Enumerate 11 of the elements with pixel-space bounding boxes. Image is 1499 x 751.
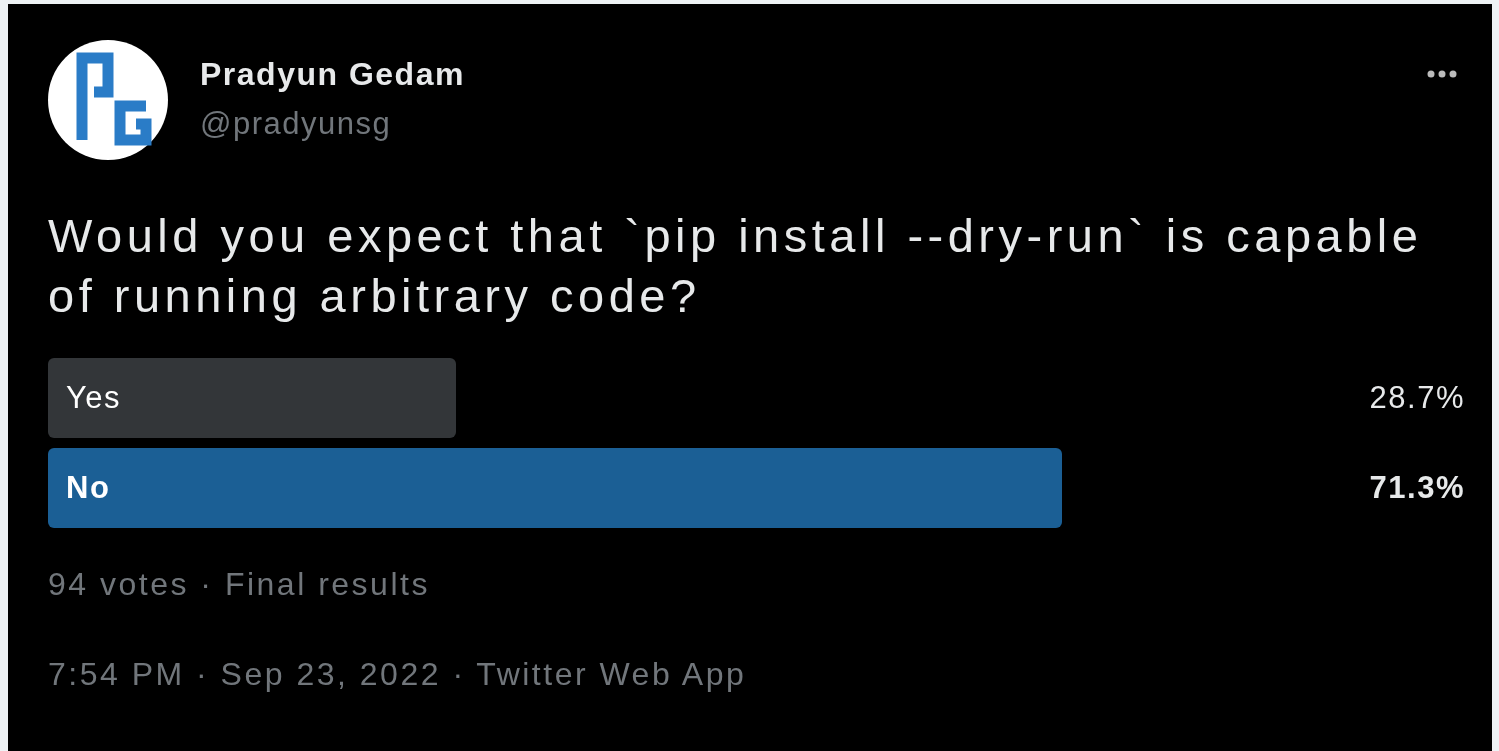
tweet-text: Would you expect that `pip install --dry-run` is capable of running arbitrary code? xyxy=(48,208,1424,324)
poll-option-label: Yes xyxy=(66,379,122,417)
avatar-icon[interactable] xyxy=(48,40,168,160)
poll-option-label: No xyxy=(66,469,111,507)
author-name[interactable]: Pradyun Gedam xyxy=(200,54,465,94)
poll-percent: 71.3% xyxy=(1369,469,1465,507)
more-icon[interactable] xyxy=(1427,70,1457,78)
author-handle[interactable]: @pradyunsg xyxy=(200,104,465,144)
tweet-timestamp: 7:54 PM · Sep 23, 2022 · Twitter Web App xyxy=(48,655,748,694)
poll-summary: 94 votes · Final results xyxy=(48,565,431,604)
poll-percent: 28.7% xyxy=(1369,379,1465,417)
